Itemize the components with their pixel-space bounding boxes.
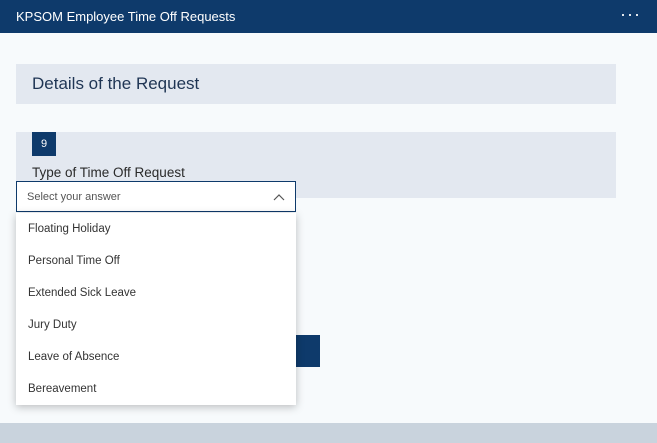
window-title: KPSOM Employee Time Off Requests — [16, 9, 236, 24]
option-floating-holiday[interactable]: Floating Holiday — [16, 213, 296, 245]
question-number: 9 — [32, 132, 56, 156]
answer-select[interactable]: Select your answer — [16, 181, 296, 212]
option-leave-of-absence[interactable]: Leave of Absence — [16, 341, 296, 373]
option-jury-duty[interactable]: Jury Duty — [16, 309, 296, 341]
more-options-icon[interactable]: ··· — [620, 5, 641, 29]
question-label: Type of Time Off Request — [32, 165, 185, 180]
title-bar: KPSOM Employee Time Off Requests ··· — [0, 0, 657, 33]
option-extended-sick-leave[interactable]: Extended Sick Leave — [16, 277, 296, 309]
watermark-logo-right — [452, 228, 632, 273]
dropdown-list: Floating Holiday Personal Time Off Exten… — [16, 213, 296, 405]
option-personal-time-off[interactable]: Personal Time Off — [16, 245, 296, 277]
option-bereavement[interactable]: Bereavement — [16, 373, 296, 405]
chevron-up-icon — [273, 193, 285, 200]
section-header: Details of the Request — [16, 64, 616, 104]
submit-button-partial[interactable] — [296, 335, 320, 367]
section-title: Details of the Request — [32, 74, 200, 93]
select-placeholder: Select your answer — [27, 190, 121, 203]
